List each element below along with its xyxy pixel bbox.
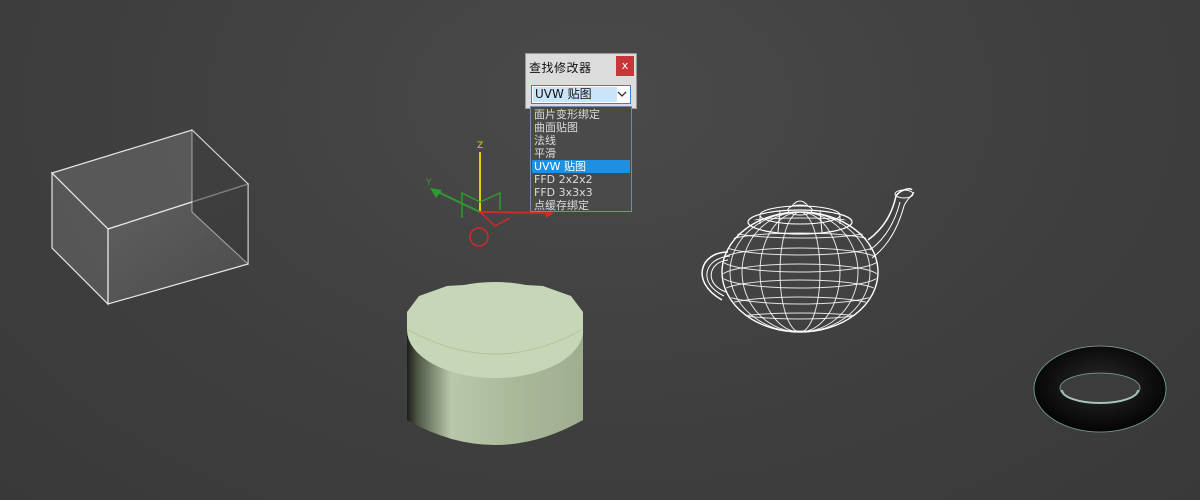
dropdown-item-uvw-map[interactable]: UVW 贴图 bbox=[532, 160, 630, 173]
dropdown-item-point-cache-binding[interactable]: 点缓存绑定 bbox=[532, 199, 630, 212]
dialog-title: 查找修改器 bbox=[529, 61, 592, 75]
modifier-select[interactable]: UVW 贴图 bbox=[531, 85, 631, 104]
modifier-dropdown-list: 面片变形绑定 曲面贴图 法线 平滑 UVW 贴图 FFD 2x2x2 FFD 3… bbox=[530, 106, 632, 212]
close-button[interactable]: x bbox=[616, 56, 634, 76]
modifier-select-value: UVW 贴图 bbox=[533, 87, 617, 102]
dropdown-item-ffd-2x2x2[interactable]: FFD 2x2x2 bbox=[532, 173, 630, 186]
dropdown-item-surface-mapper[interactable]: 曲面贴图 bbox=[532, 121, 630, 134]
dropdown-item-ffd-3x3x3[interactable]: FFD 3x3x3 bbox=[532, 186, 630, 199]
gizmo-pivot-circle bbox=[469, 227, 489, 247]
dropdown-item-normal[interactable]: 法线 bbox=[532, 134, 630, 147]
torus[interactable] bbox=[1033, 345, 1167, 433]
gizmo-x-axis bbox=[479, 211, 553, 214]
chevron-down-icon bbox=[617, 91, 627, 97]
cylinder[interactable] bbox=[406, 282, 584, 445]
teapot-wireframe[interactable] bbox=[701, 188, 915, 333]
gizmo-y-axis bbox=[437, 191, 481, 213]
gizmo-y-label: Y bbox=[425, 178, 432, 188]
dropdown-item-smooth[interactable]: 平滑 bbox=[532, 147, 630, 160]
box-wireframe[interactable] bbox=[50, 128, 250, 306]
find-modifier-dialog: 查找修改器 x UVW 贴图 bbox=[525, 53, 637, 109]
dropdown-item-patch-deform[interactable]: 面片变形绑定 bbox=[532, 108, 630, 121]
gizmo-z-label: Z bbox=[477, 141, 483, 151]
